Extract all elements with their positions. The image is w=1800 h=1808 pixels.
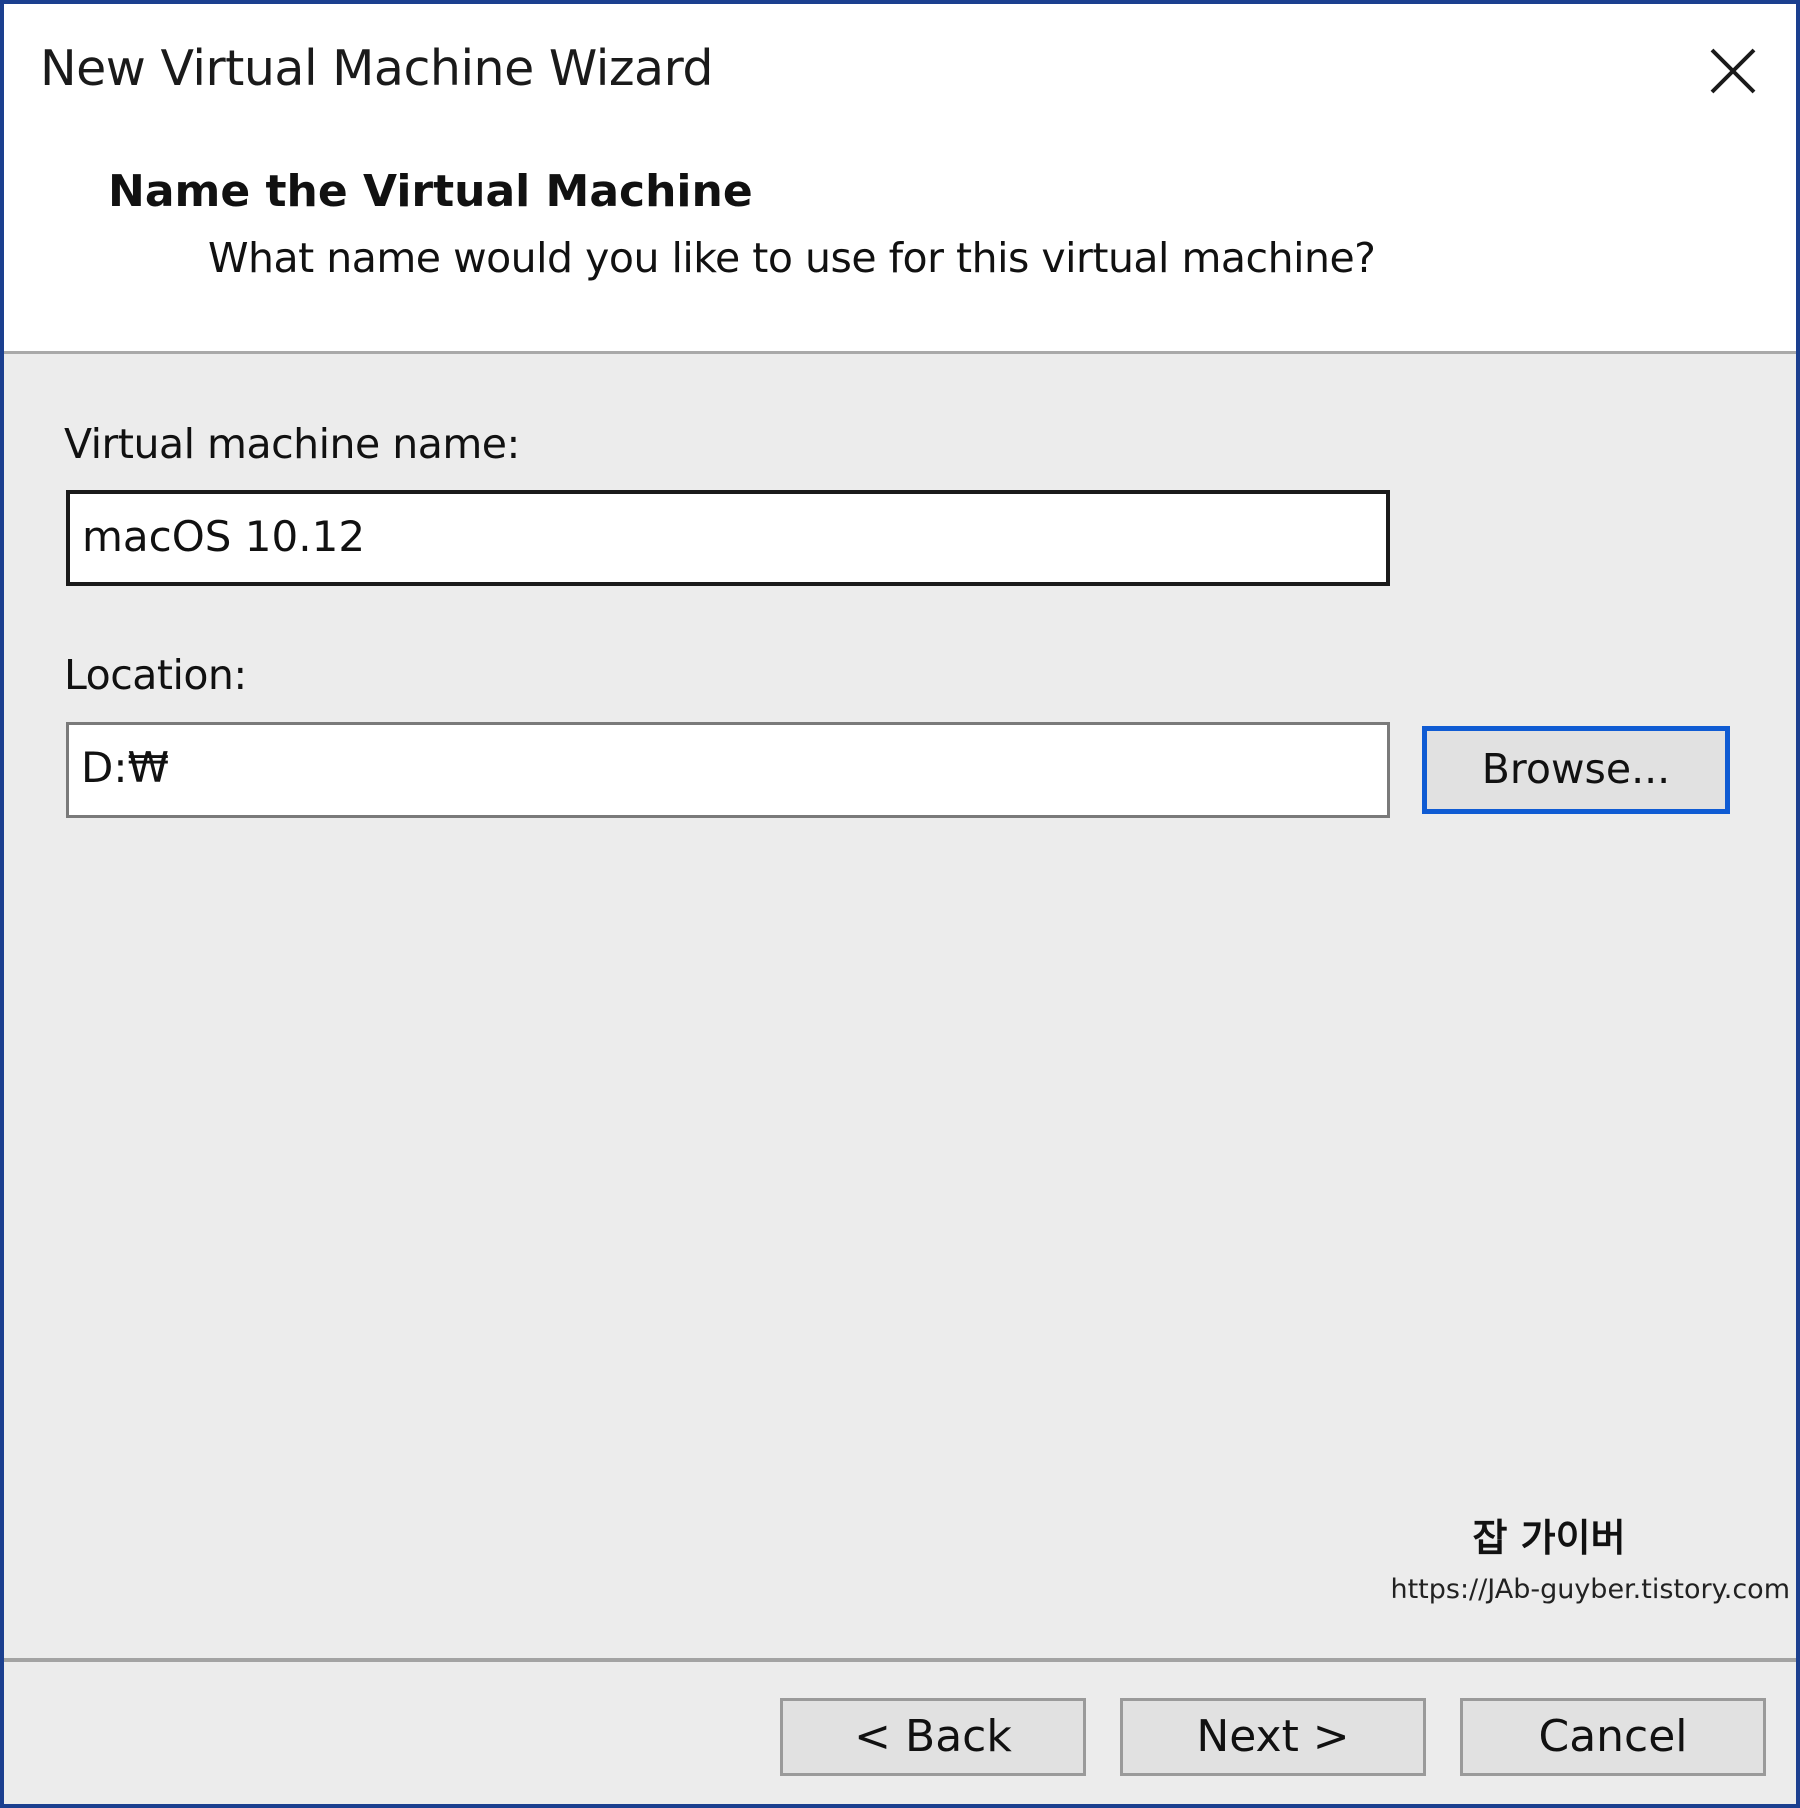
footer-divider <box>4 1658 1796 1662</box>
watermark-url: https://JAb-guyber.tistory.com <box>1390 1574 1790 1605</box>
watermark-name: 잡 가이버 <box>1472 1516 1626 1560</box>
step-subtitle: What name would you like to use for this… <box>208 234 1376 282</box>
browse-button[interactable]: Browse... <box>1422 726 1730 814</box>
vm-name-label: Virtual machine name: <box>64 420 520 468</box>
vm-name-input[interactable]: macOS 10.12 <box>66 490 1390 586</box>
back-button[interactable]: < Back <box>780 1698 1086 1776</box>
close-icon <box>1710 48 1756 94</box>
close-button[interactable] <box>1692 32 1772 112</box>
wizard-header: New Virtual Machine Wizard Name the Virt… <box>4 4 1796 354</box>
cancel-button[interactable]: Cancel <box>1460 1698 1766 1776</box>
location-label: Location: <box>64 651 247 699</box>
next-button[interactable]: Next > <box>1120 1698 1426 1776</box>
step-title: Name the Virtual Machine <box>108 166 753 217</box>
window-title: New Virtual Machine Wizard <box>40 40 713 97</box>
location-input[interactable]: D:₩ <box>66 722 1390 818</box>
watermark: 잡 가이버 https://JAb-guyber.tistory.com <box>1304 1510 1794 1614</box>
new-vm-wizard-dialog: New Virtual Machine Wizard Name the Virt… <box>0 0 1800 1808</box>
